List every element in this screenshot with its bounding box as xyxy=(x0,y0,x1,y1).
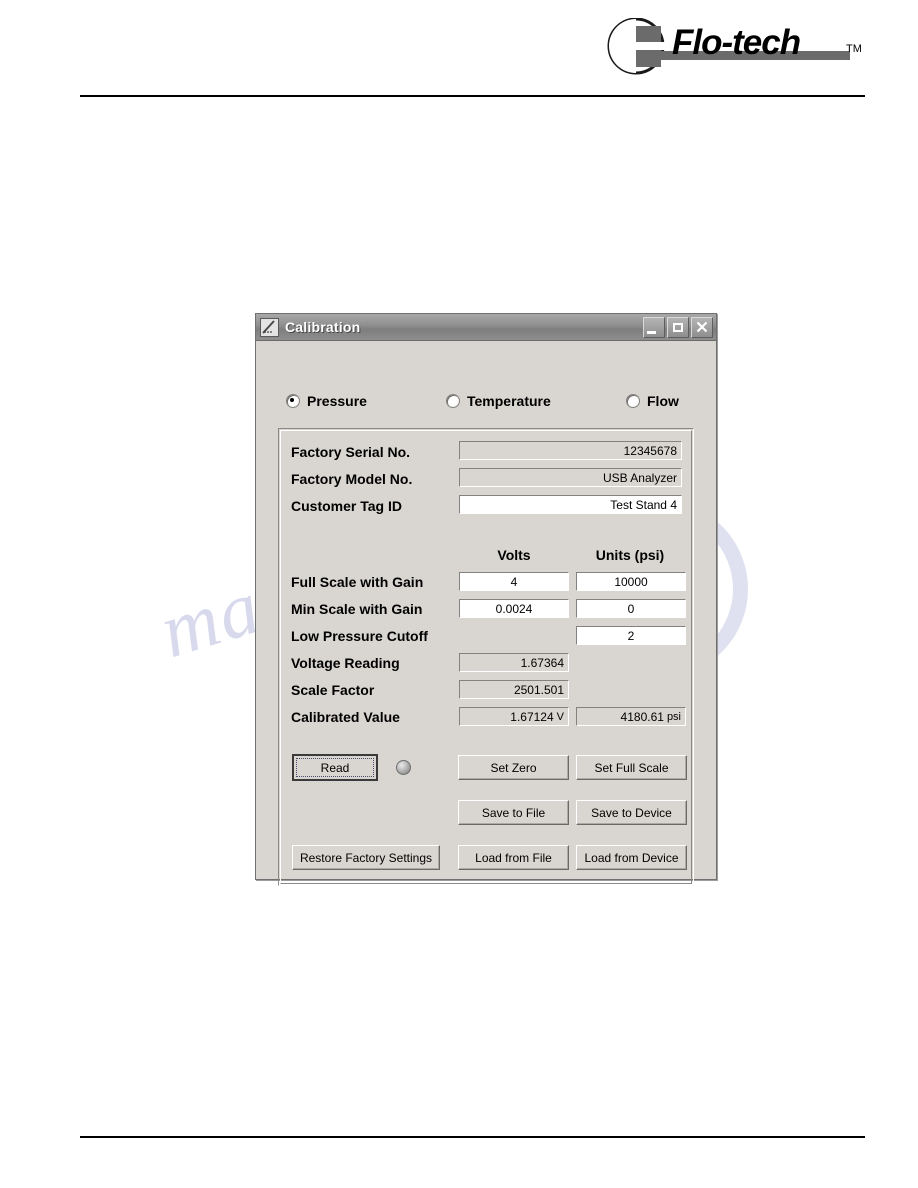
radio-indicator-icon xyxy=(446,394,460,408)
label-calibrated-value: Calibrated Value xyxy=(291,709,400,725)
radio-pressure-label: Pressure xyxy=(307,393,367,409)
maximize-button[interactable] xyxy=(667,316,689,338)
radio-flow-label: Flow xyxy=(647,393,679,409)
save-to-device-button[interactable]: Save to Device xyxy=(576,800,687,825)
scale-factor-field: 2501.501 xyxy=(459,680,569,699)
scale-factor-value: 2501.501 xyxy=(513,682,564,697)
window-title: Calibration xyxy=(285,319,361,335)
label-factory-serial-no: Factory Serial No. xyxy=(291,444,411,460)
factory-serial-no-value: 12345678 xyxy=(623,443,677,458)
customer-tag-id-input[interactable]: Test Stand 4 xyxy=(459,495,682,514)
radio-indicator-icon xyxy=(626,394,640,408)
label-scale-factor: Scale Factor xyxy=(291,682,375,698)
min-scale-volts-value: 0.0024 xyxy=(495,601,533,616)
close-button[interactable] xyxy=(691,316,713,338)
min-scale-units-input[interactable]: 0 xyxy=(576,599,686,618)
low-pressure-cutoff-input[interactable]: 2 xyxy=(576,626,686,645)
radio-flow[interactable]: Flow xyxy=(626,393,679,409)
measurement-mode-radio-group: Pressure Temperature Flow xyxy=(256,393,716,413)
set-full-scale-button-label: Set Full Scale xyxy=(594,760,669,775)
radio-temperature[interactable]: Temperature xyxy=(446,393,551,409)
restore-factory-settings-button-label: Restore Factory Settings xyxy=(299,850,433,865)
set-zero-button[interactable]: Set Zero xyxy=(458,755,569,780)
minimize-button[interactable] xyxy=(643,316,665,338)
header-divider-rule xyxy=(80,95,865,97)
load-from-device-button-label: Load from Device xyxy=(584,850,679,865)
label-voltage-reading: Voltage Reading xyxy=(291,655,400,671)
factory-model-no-field: USB Analyzer xyxy=(459,468,682,487)
calibrated-value-volts-unit: V xyxy=(556,710,564,723)
min-scale-units-value: 0 xyxy=(627,601,635,616)
load-from-file-button-label: Load from File xyxy=(475,850,552,865)
factory-serial-no-field: 12345678 xyxy=(459,441,682,460)
calibration-dialog[interactable]: Calibration Pressure Temperature Flow Fa… xyxy=(255,313,717,886)
calibration-chart-icon xyxy=(260,317,279,337)
column-header-units: Units (psi) xyxy=(595,547,665,563)
maximize-icon xyxy=(668,318,688,337)
minimize-icon xyxy=(644,318,664,337)
calibrated-value-units-unit: psi xyxy=(666,710,681,723)
footer-divider-rule xyxy=(80,1136,865,1138)
save-to-device-button-label: Save to Device xyxy=(591,805,672,820)
save-to-file-button[interactable]: Save to File xyxy=(458,800,569,825)
dialog-client-area: Pressure Temperature Flow Factory Serial… xyxy=(256,341,716,886)
set-zero-button-label: Set Zero xyxy=(490,760,537,775)
flo-tech-logo: Flo-tech TM xyxy=(600,17,866,80)
title-bar[interactable]: Calibration xyxy=(256,314,716,341)
label-full-scale-with-gain: Full Scale with Gain xyxy=(291,574,424,590)
radio-indicator-icon xyxy=(286,394,300,408)
calibrated-value-units-field: 4180.61 psi xyxy=(576,707,686,726)
focus-rectangle xyxy=(296,758,374,777)
read-button[interactable]: Read xyxy=(292,754,378,781)
min-scale-volts-input[interactable]: 0.0024 xyxy=(459,599,569,618)
calibrated-value-units: 4180.61 xyxy=(620,709,664,724)
label-min-scale-with-gain: Min Scale with Gain xyxy=(291,601,423,617)
full-scale-volts-input[interactable]: 4 xyxy=(459,572,569,591)
restore-factory-settings-button[interactable]: Restore Factory Settings xyxy=(292,845,440,870)
svg-text:Flo-tech: Flo-tech xyxy=(672,23,800,62)
calibrated-value-volts: 1.67124 xyxy=(510,709,554,724)
column-header-volts: Volts xyxy=(497,547,531,563)
save-to-file-button-label: Save to File xyxy=(481,805,546,820)
label-factory-model-no: Factory Model No. xyxy=(291,471,413,487)
full-scale-volts-value: 4 xyxy=(510,574,518,589)
factory-model-no-value: USB Analyzer xyxy=(602,470,677,485)
voltage-reading-value: 1.67364 xyxy=(520,655,564,670)
radio-pressure[interactable]: Pressure xyxy=(286,393,367,409)
set-full-scale-button[interactable]: Set Full Scale xyxy=(576,755,687,780)
close-icon xyxy=(692,318,712,337)
low-pressure-cutoff-value: 2 xyxy=(627,628,635,643)
customer-tag-id-value: Test Stand 4 xyxy=(610,497,677,512)
load-from-device-button[interactable]: Load from Device xyxy=(576,845,687,870)
full-scale-units-input[interactable]: 10000 xyxy=(576,572,686,591)
label-customer-tag-id: Customer Tag ID xyxy=(291,498,402,514)
calibrated-value-volts-field: 1.67124 V xyxy=(459,707,569,726)
label-low-pressure-cutoff: Low Pressure Cutoff xyxy=(291,628,428,644)
trademark-symbol: TM xyxy=(846,43,862,55)
radio-temperature-label: Temperature xyxy=(467,393,551,409)
voltage-reading-field: 1.67364 xyxy=(459,653,569,672)
read-status-led xyxy=(396,760,411,775)
load-from-file-button[interactable]: Load from File xyxy=(458,845,569,870)
full-scale-units-value: 10000 xyxy=(614,574,648,589)
